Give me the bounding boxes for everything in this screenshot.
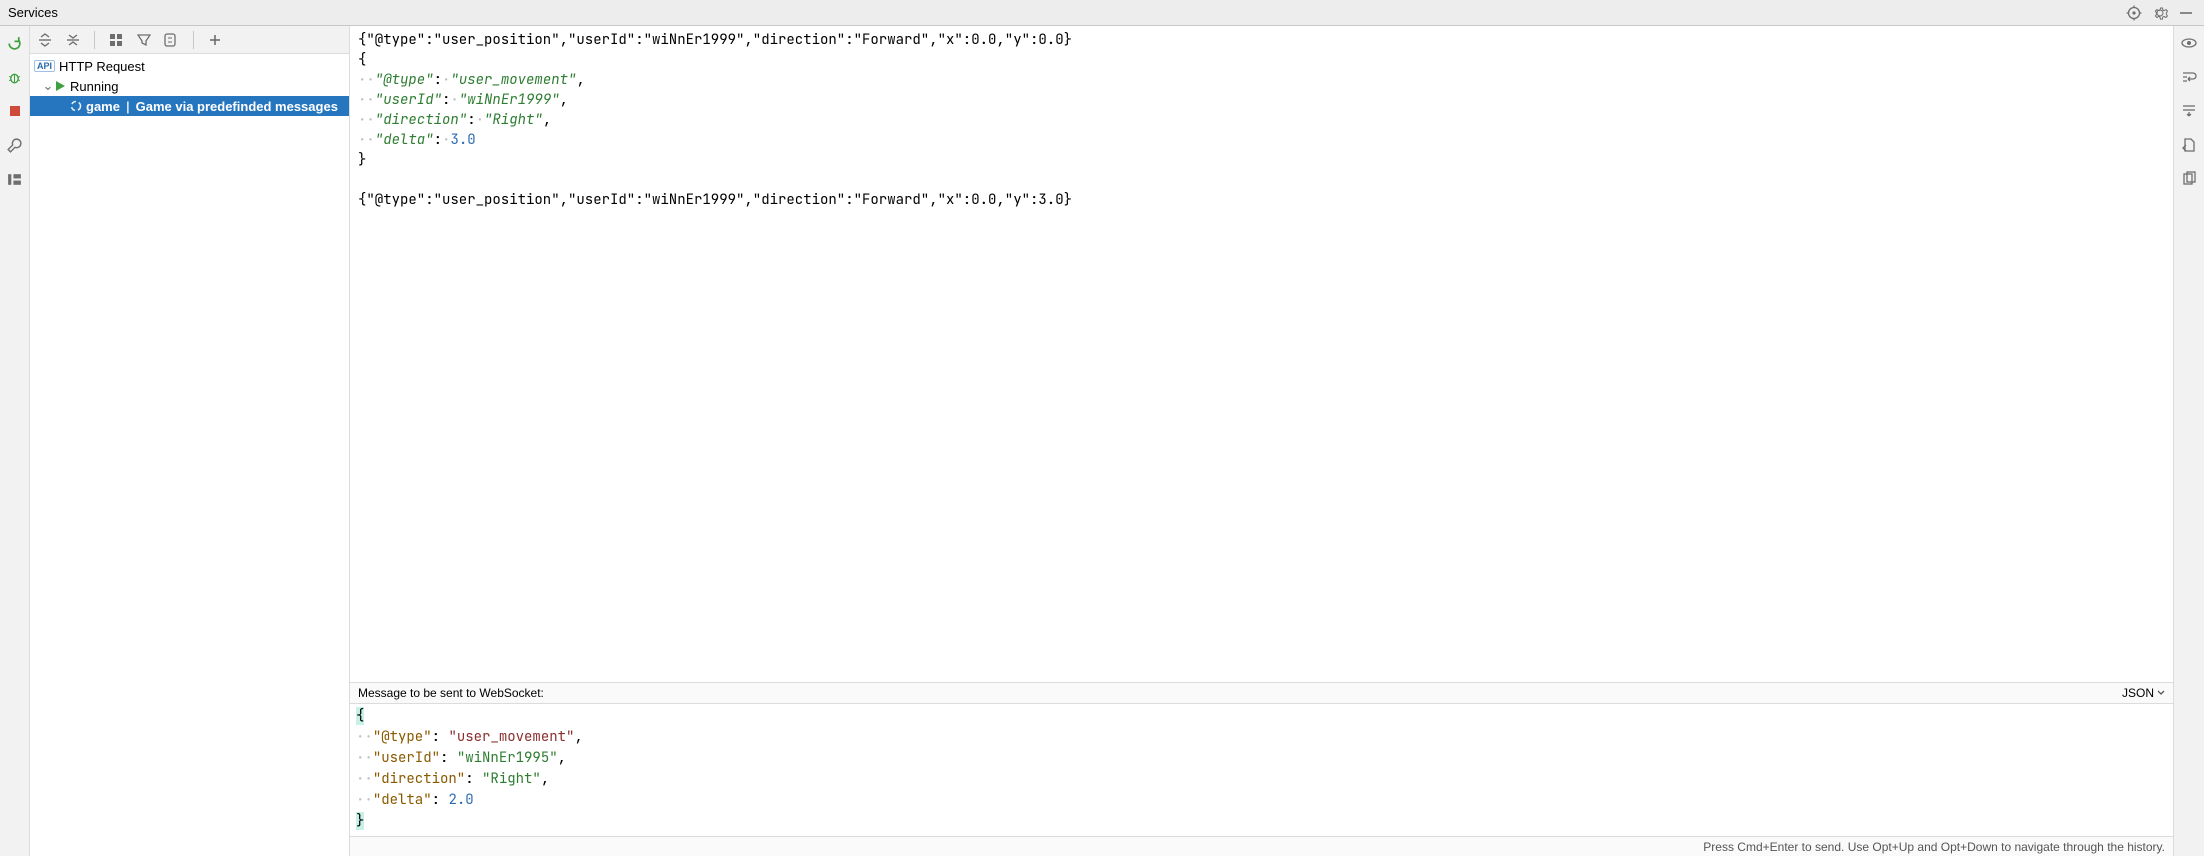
log-line: {"@type":"user_position","userId":"wiNnE… — [358, 191, 1072, 209]
left-icon-rail — [0, 26, 30, 856]
titlebar: Services — [0, 0, 2204, 26]
group-icon[interactable] — [163, 31, 181, 49]
wrench-icon[interactable] — [4, 134, 26, 156]
scroll-to-end-icon[interactable] — [2178, 100, 2200, 122]
tree-running-label: Running — [70, 79, 118, 94]
filter-icon[interactable] — [135, 31, 153, 49]
log-line: {"@type":"user_position","userId":"wiNnE… — [358, 31, 1072, 49]
tree-running-node[interactable]: ⌄ Running — [30, 76, 349, 96]
tree-item-name: game — [86, 99, 120, 114]
message-header: Message to be sent to WebSocket: JSON — [350, 682, 2173, 704]
open-file-icon[interactable] — [2178, 134, 2200, 156]
log-line: } — [358, 151, 366, 169]
expand-all-icon[interactable] — [36, 31, 54, 49]
left-toolbar — [30, 26, 349, 54]
editor-hint: Press Cmd+Enter to send. Use Opt+Up and … — [350, 836, 2173, 856]
chevron-down-icon — [2157, 689, 2165, 697]
add-icon[interactable] — [206, 31, 224, 49]
play-icon — [54, 80, 66, 92]
gear-icon[interactable] — [2150, 3, 2170, 23]
left-panel: API HTTP Request ⌄ Running game | Game v… — [30, 26, 350, 856]
right-content: {"@type":"user_position","userId":"wiNnE… — [350, 26, 2204, 856]
minimize-icon[interactable] — [2176, 3, 2196, 23]
spinner-icon — [70, 100, 82, 112]
eye-icon[interactable] — [2178, 32, 2200, 54]
message-header-label: Message to be sent to WebSocket: — [358, 686, 544, 700]
chevron-down-icon: ⌄ — [42, 78, 54, 94]
stop-icon[interactable] — [4, 100, 26, 122]
grid-icon[interactable] — [107, 31, 125, 49]
tree-root-label: HTTP Request — [59, 59, 145, 74]
bug-rerun-icon[interactable] — [4, 66, 26, 88]
tree-root-http-request[interactable]: API HTTP Request — [30, 56, 349, 76]
tree-item-sep: | — [126, 99, 130, 114]
layout-icon[interactable] — [4, 168, 26, 190]
format-label: JSON — [2122, 686, 2154, 700]
rerun-icon[interactable] — [4, 32, 26, 54]
soft-wrap-icon[interactable] — [2178, 66, 2200, 88]
target-icon[interactable] — [2124, 3, 2144, 23]
copy-icon[interactable] — [2178, 168, 2200, 190]
tree-item-desc: Game via predefinded messages — [136, 99, 338, 114]
response-log[interactable]: {"@type":"user_position","userId":"wiNnE… — [350, 26, 2173, 682]
services-tree[interactable]: API HTTP Request ⌄ Running game | Game v… — [30, 54, 349, 856]
log-line: { — [358, 51, 366, 69]
collapse-all-icon[interactable] — [64, 31, 82, 49]
panel-title: Services — [8, 5, 58, 20]
api-badge-icon: API — [34, 60, 55, 72]
format-selector[interactable]: JSON — [2122, 686, 2165, 700]
right-icon-rail — [2174, 26, 2204, 856]
message-editor[interactable]: { ··"@type": "user_movement", ··"userId"… — [350, 704, 2173, 836]
hint-text: Press Cmd+Enter to send. Use Opt+Up and … — [1703, 840, 2165, 854]
tree-item-game[interactable]: game | Game via predefinded messages — [30, 96, 349, 116]
